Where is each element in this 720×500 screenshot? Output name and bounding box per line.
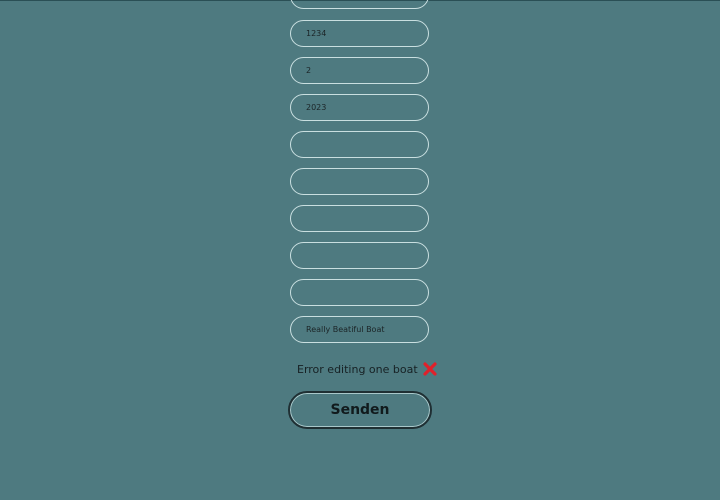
boat-field-8[interactable]	[290, 242, 429, 269]
boat-field-4[interactable]	[290, 94, 429, 121]
boat-field-2[interactable]	[290, 20, 429, 47]
boat-field-5[interactable]	[290, 131, 429, 158]
cross-mark-icon	[422, 361, 438, 377]
boat-field-6[interactable]	[290, 168, 429, 195]
boat-name-field[interactable]	[290, 316, 429, 343]
boat-field-7[interactable]	[290, 205, 429, 232]
status-message: Error editing one boat	[297, 360, 438, 378]
boat-field-9[interactable]	[290, 279, 429, 306]
edit-boat-form: Error editing one boat Senden	[0, 0, 720, 500]
submit-button[interactable]: Senden	[288, 391, 432, 429]
status-text: Error editing one boat	[297, 362, 418, 376]
boat-field-1[interactable]	[290, 0, 429, 9]
boat-field-3[interactable]	[290, 57, 429, 84]
